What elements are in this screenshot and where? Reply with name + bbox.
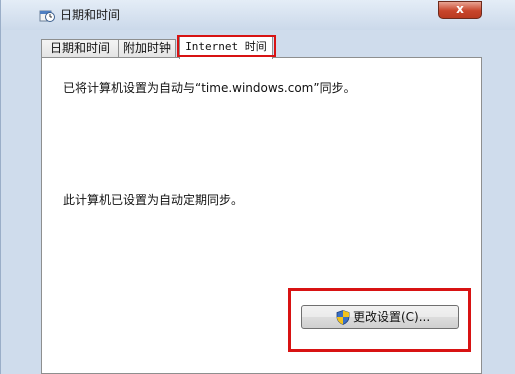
- close-button[interactable]: x: [438, 1, 482, 19]
- tab-additional-clocks[interactable]: 附加时钟: [118, 39, 176, 58]
- sync-status-text: 已将计算机设置为自动与“time.windows.com”同步。: [63, 81, 356, 95]
- schedule-status-text: 此计算机已设置为自动定期同步。: [63, 193, 244, 207]
- title-bar[interactable]: 日期和时间 x: [1, 0, 515, 30]
- clock-calendar-icon: [39, 10, 55, 22]
- tab-highlight-box: [177, 35, 276, 57]
- change-settings-label: 更改设置(C)...: [353, 310, 431, 324]
- window-title: 日期和时间: [60, 8, 121, 22]
- uac-shield-icon: [336, 310, 350, 325]
- date-time-dialog: 日期和时间 x 日期和时间 附加时钟 Internet 时间 已将计算机设置为自…: [0, 0, 515, 374]
- close-icon: x: [456, 2, 464, 16]
- tab-date-time-label: 日期和时间: [49, 41, 110, 55]
- tab-date-time[interactable]: 日期和时间: [41, 39, 119, 58]
- tab-additional-clocks-label: 附加时钟: [122, 41, 171, 55]
- change-settings-button[interactable]: 更改设置(C)...: [301, 305, 459, 329]
